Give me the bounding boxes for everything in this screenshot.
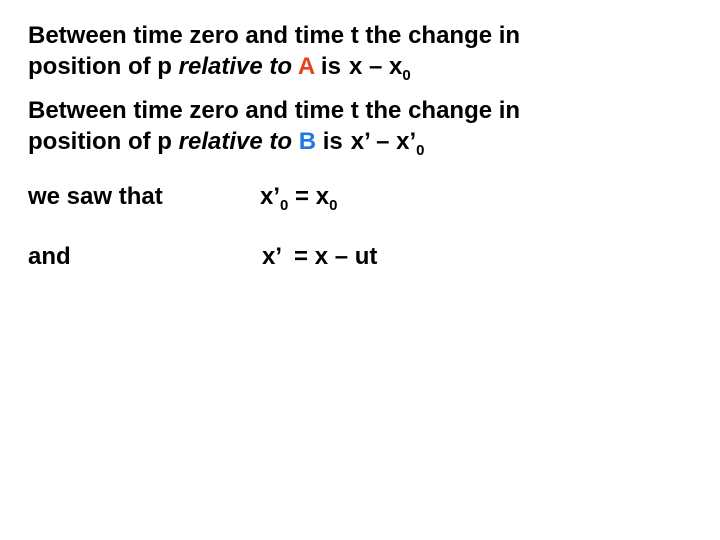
expression-subscript: 0 bbox=[416, 142, 425, 159]
equation-row-transformation: and x’ = x – ut bbox=[28, 243, 377, 271]
paragraph-frame-b: Between time zero and time t the change … bbox=[28, 95, 521, 159]
expression-main: x – x bbox=[348, 53, 403, 80]
equation-label: and bbox=[28, 243, 71, 270]
text-prefix: position of p bbox=[28, 128, 179, 155]
equation-op-rhs: = x bbox=[288, 183, 330, 210]
frame-label-b: B bbox=[298, 128, 317, 155]
paragraph-line-1: Between time zero and time t the change … bbox=[28, 97, 521, 124]
text-is: is bbox=[314, 53, 341, 80]
equation-rhs-subscript: 0 bbox=[329, 197, 338, 214]
expression-subscript: 0 bbox=[402, 67, 411, 84]
text-prefix: position of p bbox=[28, 53, 179, 80]
paragraph-line-1: Between time zero and time t the change … bbox=[28, 22, 521, 49]
equation-label: we saw that bbox=[28, 183, 163, 210]
text-is: is bbox=[316, 128, 343, 155]
italic-relative-to: relative to bbox=[178, 128, 293, 155]
equation-initial-positions: x’0 = x0 bbox=[260, 183, 338, 214]
equation-lhs: x’ bbox=[260, 183, 281, 210]
equation-row-initial-positions: we saw that x’0 = x0 bbox=[28, 183, 337, 213]
equation-galilean-transformation: x’ = x – ut bbox=[262, 243, 378, 270]
paragraph-line-2: position of p relative to B is x’ – x’0 bbox=[28, 126, 520, 159]
frame-label-a: A bbox=[297, 53, 315, 80]
paragraph-frame-a: Between time zero and time t the change … bbox=[28, 20, 521, 84]
italic-relative-to: relative to bbox=[178, 53, 293, 80]
expression-main: x’ – x’ bbox=[350, 128, 417, 155]
paragraph-line-2: position of p relative to A is x – x0 bbox=[28, 51, 520, 84]
